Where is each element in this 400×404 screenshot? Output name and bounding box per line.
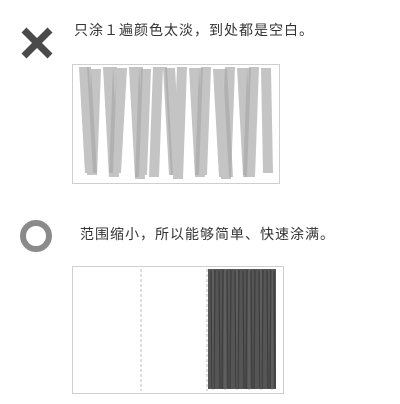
bad-example-panel (72, 64, 280, 184)
good-example-panel (72, 266, 284, 394)
cross-icon (21, 27, 53, 59)
filled-area (208, 269, 276, 389)
good-example-caption: 范围缩小，所以能够简单、快速涂满。 (80, 227, 335, 243)
bad-example-caption: 只涂１遍颜色太淡，到处都是空白。 (74, 23, 314, 39)
dark-strokes-illustration (140, 269, 276, 391)
light-strokes-illustration (79, 67, 273, 179)
circle-icon (20, 220, 52, 252)
